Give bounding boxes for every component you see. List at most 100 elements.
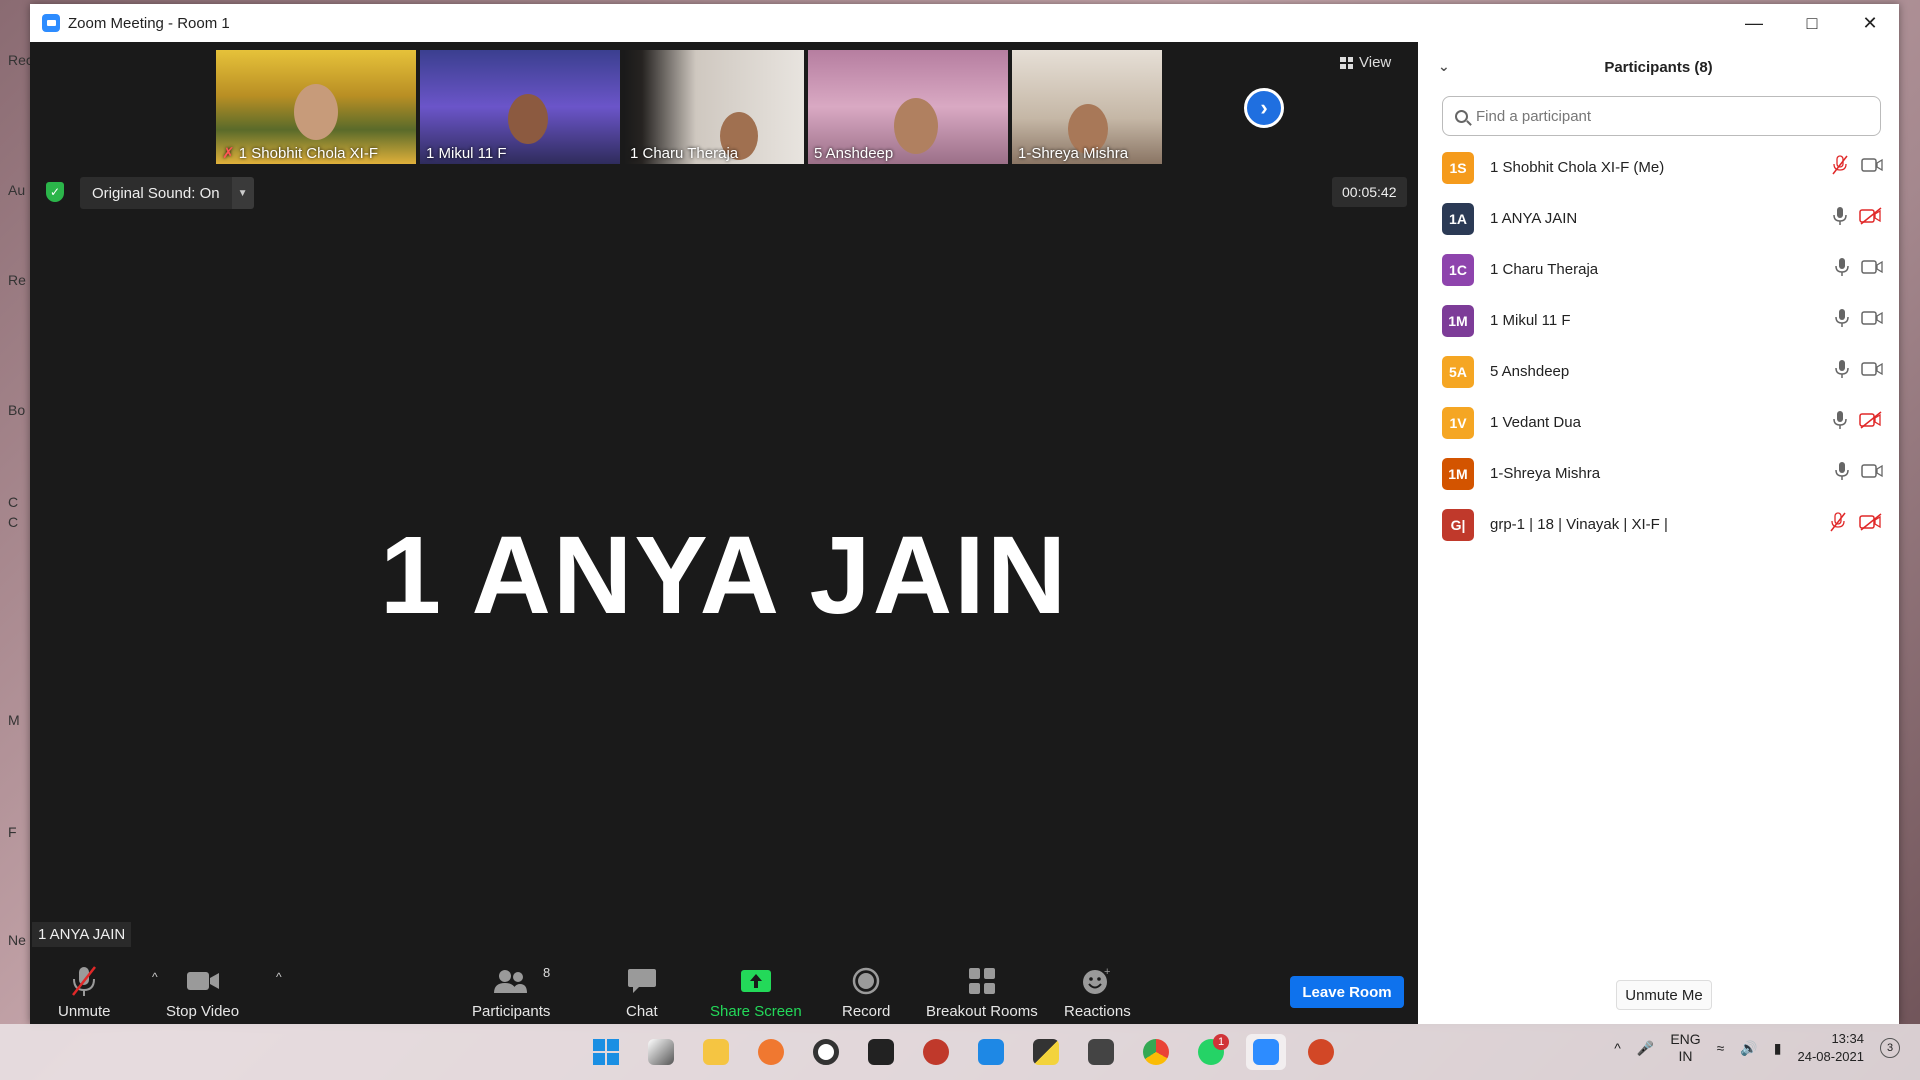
sticky-notes-button[interactable] (1026, 1034, 1066, 1070)
thumbnail-name: 5 Anshdeep (814, 145, 894, 162)
participant-row[interactable]: 1M 1-Shreya Mishra (1418, 448, 1899, 499)
participant-row[interactable]: 1A 1 ANYA JAIN (1418, 193, 1899, 244)
powerpoint-icon (1308, 1039, 1334, 1065)
participant-name: 1 Shobhit Chola XI-F (Me) (1490, 159, 1665, 176)
terminal-app-button[interactable] (861, 1034, 901, 1070)
microphone-icon[interactable]: 🎤 (1637, 1040, 1654, 1057)
powerpoint-app-button[interactable] (1301, 1034, 1341, 1070)
minimize-button[interactable]: — (1725, 4, 1783, 42)
browser-app-button[interactable] (751, 1034, 791, 1070)
video-thumbnail[interactable]: 1-Shreya Mishra (1012, 50, 1162, 164)
view-button[interactable]: View (1340, 54, 1391, 71)
reactions-button[interactable]: + Reactions (1064, 963, 1131, 1020)
video-off-icon (1859, 513, 1883, 536)
file-explorer-button[interactable] (696, 1034, 736, 1070)
participants-panel: ⌄ Participants (8) Find a participant 1S… (1418, 42, 1899, 1024)
active-speaker-name: 1 ANYA JAIN (379, 514, 1069, 637)
original-sound-button[interactable]: Original Sound: On (80, 177, 232, 209)
avatar: 1S (1442, 151, 1474, 184)
chrome-icon (1143, 1039, 1169, 1065)
breakout-rooms-icon (968, 968, 995, 994)
video-thumbnail[interactable]: 5 Anshdeep (808, 50, 1008, 164)
panel-header: ⌄ Participants (8) (1418, 42, 1899, 92)
participant-row[interactable]: 5A 5 Anshdeep (1418, 346, 1899, 397)
zoom-app-button[interactable] (1246, 1034, 1286, 1070)
chrome-app-button[interactable] (1136, 1034, 1176, 1070)
volume-icon[interactable]: 🔊 (1740, 1040, 1757, 1057)
desktop-icon-label: F (8, 824, 17, 840)
participant-row[interactable]: 1C 1 Charu Theraja (1418, 244, 1899, 295)
video-camera-icon (186, 972, 219, 990)
participant-row[interactable]: 1M 1 Mikul 11 F (1418, 295, 1899, 346)
unmute-button[interactable]: Unmute (58, 963, 111, 1020)
zoom-logo-icon (42, 14, 60, 32)
find-participant-placeholder: Find a participant (1476, 107, 1592, 125)
find-participant-input[interactable]: Find a participant (1442, 96, 1881, 136)
video-off-icon (1859, 411, 1883, 434)
close-button[interactable]: ✕ (1841, 4, 1899, 42)
clock-date: 24-08-2021 (1797, 1049, 1865, 1064)
video-camera-icon (1861, 362, 1883, 381)
participants-button[interactable]: 8 Participants (472, 963, 550, 1020)
audio-options-caret[interactable]: ^ (152, 970, 158, 984)
clock[interactable]: 13:34 24-08-2021 (1798, 1030, 1865, 1066)
compass-icon (758, 1039, 784, 1065)
start-button[interactable] (586, 1034, 626, 1070)
maximize-button[interactable]: □ (1783, 4, 1841, 42)
video-thumbnail[interactable]: 1 Mikul 11 F (420, 50, 620, 164)
video-camera-icon (1861, 158, 1883, 177)
wifi-icon[interactable]: ≈ (1717, 1040, 1725, 1056)
stop-video-label: Stop Video (166, 1003, 240, 1020)
language-indicator[interactable]: ENG IN (1670, 1031, 1700, 1065)
whatsapp-app-button[interactable]: 1 (1191, 1034, 1231, 1070)
video-thumbnail[interactable]: ✗ 1 Shobhit Chola XI-F (216, 50, 416, 164)
desktop-icon-label: C (8, 494, 19, 510)
chevron-up-icon[interactable]: ^ (1614, 1040, 1621, 1056)
meeting-stage: ✗ 1 Shobhit Chola XI-F 1 Mikul 11 F 1 Ch… (30, 42, 1418, 1024)
participants-count: 8 (542, 965, 551, 980)
video-off-icon (1859, 207, 1883, 230)
video-camera-icon (1861, 311, 1883, 330)
vscode-app-button[interactable] (971, 1034, 1011, 1070)
share-screen-label: Share Screen (710, 1003, 802, 1020)
video-thumbnail[interactable]: 1 Charu Theraja (624, 50, 804, 164)
participant-row[interactable]: G| grp-1 | 18 | Vinayak | XI-F | (1418, 499, 1899, 550)
unmute-me-button[interactable]: Unmute Me (1616, 980, 1712, 1010)
unmute-label: Unmute (58, 1003, 111, 1020)
security-shield-icon[interactable]: ✓ (46, 182, 64, 202)
breakout-rooms-button[interactable]: Breakout Rooms (926, 963, 1038, 1020)
chat-label: Chat (626, 1003, 658, 1020)
red-app-button[interactable] (916, 1034, 956, 1070)
notifications-count[interactable]: 3 (1880, 1038, 1900, 1058)
collapse-chevron-icon[interactable]: ⌄ (1438, 58, 1450, 75)
zoom-icon (1253, 1039, 1279, 1065)
thumbnail-name: 1-Shreya Mishra (1018, 145, 1129, 162)
task-view-button[interactable] (641, 1034, 681, 1070)
battery-icon[interactable]: ▮ (1774, 1040, 1782, 1057)
stop-video-button[interactable]: Stop Video (166, 963, 239, 1020)
participants-icon (494, 970, 528, 993)
record-label: Record (842, 1003, 891, 1020)
participant-row[interactable]: 1V 1 Vedant Dua (1418, 397, 1899, 448)
title-bar[interactable]: Zoom Meeting - Room 1 — □ ✕ (30, 4, 1899, 42)
participant-row[interactable]: 1S 1 Shobhit Chola XI-F (Me) (1418, 142, 1899, 193)
participant-name: 1-Shreya Mishra (1490, 465, 1601, 482)
video-options-caret[interactable]: ^ (276, 970, 282, 984)
chevron-down-icon: ▼ (237, 187, 248, 199)
share-screen-button[interactable]: Share Screen (710, 963, 802, 1020)
media-app-button[interactable] (1081, 1034, 1121, 1070)
leave-room-button[interactable]: Leave Room (1290, 976, 1404, 1008)
chat-button[interactable]: Chat (626, 963, 658, 1020)
mongodb-app-button[interactable] (806, 1034, 846, 1070)
grid-icon (1340, 56, 1353, 69)
record-button[interactable]: Record (842, 963, 890, 1020)
view-label: View (1359, 54, 1392, 71)
video-thumbnail-strip: ✗ 1 Shobhit Chola XI-F 1 Mikul 11 F 1 Ch… (216, 50, 1162, 164)
share-screen-icon (740, 970, 771, 992)
mic-icon (1835, 359, 1849, 384)
taskbar-apps: 1 (586, 1034, 1341, 1070)
desktop-icon-label: Re (8, 272, 26, 288)
original-sound-dropdown[interactable]: ▼ (231, 177, 254, 209)
next-page-button[interactable]: › (1244, 88, 1284, 128)
task-view-icon (648, 1039, 674, 1065)
